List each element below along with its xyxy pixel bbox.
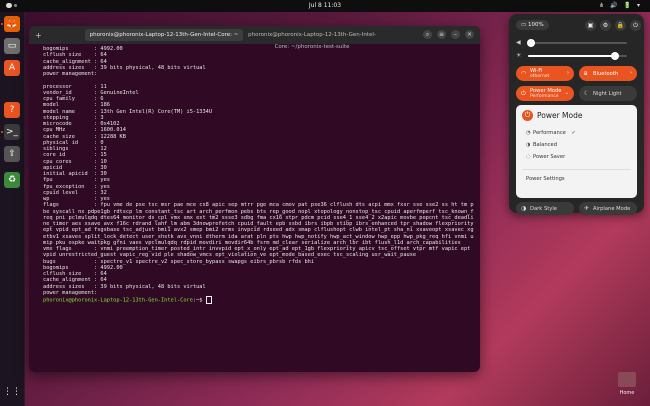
search-icon[interactable]: ⌕ — [423, 30, 432, 39]
night-light-toggle[interactable]: ☾ Night Light — [579, 86, 637, 101]
power-mode-icon: ⏻ — [522, 110, 533, 121]
dark-style-label: Dark Style — [530, 205, 557, 212]
wifi-toggle[interactable]: ◠ Wi-Fi ethernet › — [516, 66, 574, 81]
running-indicator — [1, 131, 3, 133]
power-mode-icon: ⏻ — [521, 90, 526, 97]
battery-indicator[interactable]: ▭ 100% — [516, 20, 549, 30]
home-folder-icon[interactable] — [618, 372, 636, 387]
trash-icon[interactable]: ♻ — [4, 172, 20, 188]
quick-settings-panel: ▭ 100% ▣ ⚙ 🔒 ⏻ ◀ ☀ ◠ Wi-Fi ethernet › ʙ … — [509, 14, 644, 215]
files-icon[interactable]: ▭ — [4, 38, 20, 54]
tab-terminal-home[interactable]: phoronix@phoronix-Laptop-12-13th-Gen-Int… — [85, 29, 243, 41]
top-bar: Jul 8 11:03 ⋔ 🔊 🔋 ▾ — [0, 0, 650, 12]
app-center-icon[interactable]: A — [4, 60, 20, 76]
help-icon[interactable]: ? — [4, 102, 20, 118]
airplane-icon: ✈ — [584, 205, 590, 212]
terminal-icon[interactable]: >_ — [4, 124, 20, 140]
chevron-down-icon[interactable]: ⌄ — [565, 90, 569, 96]
new-tab-button[interactable]: + — [35, 31, 42, 40]
power-menu-title: Power Mode — [537, 111, 583, 120]
chevron-right-icon[interactable]: › — [567, 70, 569, 76]
updater-icon[interactable]: ⇪ — [4, 146, 20, 162]
night-light-label: Night Light — [593, 90, 622, 97]
chevron-right-icon[interactable]: › — [630, 70, 632, 76]
terminal-output[interactable]: bogomips : 4992.00 clflush size : 64 cac… — [43, 46, 475, 368]
lock-icon[interactable]: 🔒 — [615, 20, 626, 31]
balanced-label: Balanced — [533, 142, 557, 148]
power-saver-label: Power Saver — [533, 154, 566, 160]
airplane-mode-label: Airplane Mode — [593, 205, 631, 212]
dark-style-icon: ◑ — [521, 205, 527, 212]
performance-label: Performance — [533, 130, 566, 136]
running-indicator — [1, 23, 3, 25]
volume-icon: ◀ — [516, 39, 521, 46]
tab-terminal-pts[interactable]: phoronix@phoronix-Laptop-12-13th-Gen-Int… — [247, 29, 377, 50]
menu-item-performance[interactable]: ◔ Performance ✓ — [526, 130, 576, 136]
menu-divider — [522, 169, 631, 170]
menu-item-balanced[interactable]: ◑ Balanced — [526, 142, 557, 148]
wifi-icon: ◠ — [521, 70, 527, 77]
bluetooth-toggle[interactable]: ʙ Bluetooth › — [579, 66, 637, 81]
text-cursor — [205, 296, 212, 304]
system-tray[interactable]: ⋔ 🔊 🔋 ▾ — [599, 2, 642, 9]
bluetooth-icon: ʙ — [584, 70, 588, 77]
clock[interactable]: Jul 8 11:03 — [0, 2, 650, 9]
prompt-user: phoronix@phoronix-Laptop-12-13th-Gen-Int… — [43, 297, 193, 304]
screenshot-icon[interactable]: ▣ — [585, 20, 596, 31]
dock: 🦊 ▭ A? >_ ⇪ ♻ ⋮⋮ — [0, 12, 25, 406]
power-mode-menu: ⏻ Power Mode ◔ Performance ✓ ◑ Balanced ◌ P… — [516, 105, 637, 198]
menu-icon[interactable]: ≡ — [437, 30, 446, 39]
power-settings-link[interactable]: Power Settings — [526, 176, 565, 182]
show-apps-icon[interactable]: ⋮⋮ — [3, 384, 21, 400]
brightness-slider[interactable]: ☀ — [516, 52, 637, 60]
volume-slider[interactable]: ◀ — [516, 39, 637, 47]
minimize-icon[interactable]: – — [451, 30, 460, 39]
dark-style-toggle[interactable]: ◑ Dark Style — [516, 202, 574, 215]
power-mode-toggle[interactable]: ⏻ Power Mode Performance ⌄ — [516, 86, 574, 101]
performance-icon: ◔ — [526, 130, 531, 136]
terminal-header: + phoronix@phoronix-Laptop-12-13th-Gen-I… — [29, 26, 480, 50]
power-icon[interactable]: ⏻ — [630, 20, 641, 31]
power-saver-icon: ◌ — [526, 154, 531, 160]
check-icon: ✓ — [571, 130, 576, 136]
settings-icon[interactable]: ⚙ — [600, 20, 611, 31]
balanced-icon: ◑ — [526, 142, 531, 148]
home-folder-label[interactable]: Home — [612, 390, 642, 396]
menu-item-power-saver[interactable]: ◌ Power Saver — [526, 154, 565, 160]
close-icon[interactable]: × — [465, 30, 474, 39]
prompt-suffix: :~$ — [192, 297, 206, 304]
brightness-icon: ☀ — [516, 52, 522, 59]
moon-icon: ☾ — [584, 90, 590, 97]
airplane-mode-toggle[interactable]: ✈ Airplane Mode — [579, 202, 637, 215]
terminal-text: bogomips : 4992.00 clflush size : 64 cac… — [43, 46, 474, 296]
firefox-icon[interactable]: 🦊 — [4, 16, 20, 32]
terminal-window: + phoronix@phoronix-Laptop-12-13th-Gen-I… — [29, 26, 480, 372]
